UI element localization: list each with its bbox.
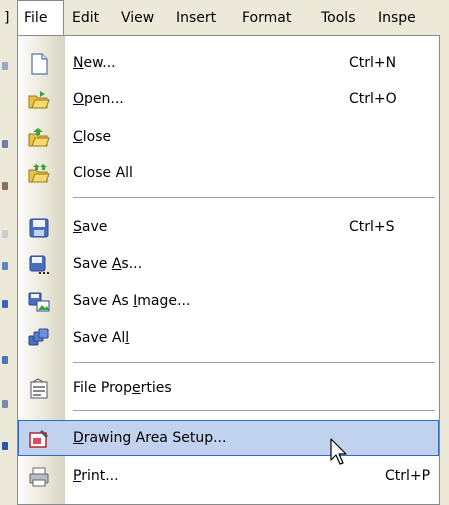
- menu-bar: ] File Edit View Insert Format Tools Ins…: [0, 0, 449, 36]
- menu-item-label: Save As...: [73, 246, 142, 282]
- menu-item-save-as-image[interactable]: Save As Image...: [18, 283, 439, 319]
- new-document-icon: [31, 53, 48, 75]
- clipped-toolbar-icon: [2, 230, 8, 238]
- menu-insert-label: Insert: [176, 10, 217, 26]
- clipped-toolbar-icon: [2, 62, 8, 70]
- label-start: Save Al: [73, 330, 126, 346]
- menu-file-label: File: [24, 10, 48, 26]
- label-rest: mage...: [137, 293, 191, 309]
- clipped-toolbar-icon: [2, 262, 8, 270]
- menu-item-close[interactable]: Close: [18, 119, 439, 155]
- save-all-icon: [28, 328, 49, 346]
- menu-item-save-as[interactable]: Save As...: [18, 246, 439, 282]
- menu-tools-label: Tools: [321, 10, 356, 26]
- menu-item-label: Drawing Area Setup...: [73, 420, 226, 456]
- accelerator-char: A: [111, 256, 122, 272]
- menu-file[interactable]: File: [17, 0, 64, 36]
- menu-separator: [73, 410, 435, 411]
- save-as-image-icon: [28, 292, 50, 312]
- label-start: Save As: [73, 293, 134, 309]
- label-rest: rint...: [81, 468, 119, 484]
- menu-format-label: Format: [242, 10, 292, 26]
- menu-item-shortcut: Ctrl+N: [349, 55, 397, 71]
- menu-item-print[interactable]: Print... Ctrl+P: [18, 458, 439, 494]
- label-rest: s...: [121, 256, 143, 272]
- menu-item-shortcut: Ctrl+S: [349, 219, 395, 235]
- menu-item-new[interactable]: New... Ctrl+N: [18, 45, 439, 81]
- menu-item-save-all[interactable]: Save All: [18, 320, 439, 356]
- accelerator-char: e: [131, 380, 141, 396]
- label-rest: ave: [81, 219, 108, 235]
- menu-insert[interactable]: Insert: [176, 0, 216, 36]
- mouse-cursor-icon: [330, 438, 347, 465]
- clipped-toolbar-icon: [2, 300, 8, 308]
- label-rest: ew...: [83, 55, 116, 71]
- menu-view-label: View: [121, 10, 155, 26]
- clipped-toolbar-icon: [2, 356, 8, 364]
- menu-item-label: New...: [73, 45, 116, 81]
- accelerator-char: O: [73, 91, 85, 107]
- label-rest: rties: [140, 380, 172, 396]
- menu-tools[interactable]: Tools: [321, 0, 356, 36]
- menu-item-drawing-area-setup[interactable]: Drawing Area Setup...: [18, 420, 439, 456]
- clipped-toolbar-icon: [2, 442, 8, 450]
- file-menu-dropdown: New... Ctrl+N Open... Ctrl+O Close Close…: [17, 35, 440, 505]
- accelerator-char: N: [73, 55, 84, 71]
- menu-inspect-clipped[interactable]: Inspe: [378, 0, 416, 36]
- menu-item-shortcut: Ctrl+O: [349, 91, 397, 107]
- accelerator-char: C: [73, 129, 83, 145]
- menu-view[interactable]: View: [121, 0, 154, 36]
- accelerator-char: D: [73, 430, 84, 446]
- menu-item-label: File Properties: [73, 370, 172, 406]
- menu-separator: [73, 197, 435, 198]
- menu-edit[interactable]: Edit: [72, 0, 99, 36]
- menu-item-label: Save: [73, 209, 107, 245]
- clipped-toolbar-icon: [2, 400, 8, 408]
- menu-separator: [73, 362, 435, 363]
- menu-inspect-label: Inspe: [378, 10, 416, 26]
- menu-format[interactable]: Format: [242, 0, 291, 36]
- file-properties-icon: [30, 378, 48, 399]
- open-folder-icon: [28, 91, 50, 109]
- menu-item-open[interactable]: Open... Ctrl+O: [18, 81, 439, 117]
- accelerator-char: S: [73, 219, 82, 235]
- label-rest: rawing Area Setup...: [83, 430, 227, 446]
- accelerator-char: P: [73, 468, 82, 484]
- menu-item-label: Save All: [73, 320, 129, 356]
- close-folder-icon: [28, 128, 50, 147]
- accelerator-char: l: [125, 330, 130, 346]
- menu-item-label: Close: [73, 119, 111, 155]
- menu-item-save[interactable]: Save Ctrl+S: [18, 209, 439, 245]
- save-as-disk-icon: [29, 255, 49, 274]
- menu-item-close-all[interactable]: Close All: [18, 155, 439, 191]
- menu-item-file-properties[interactable]: File Properties: [18, 370, 439, 406]
- menu-item-shortcut: Ctrl+P: [385, 468, 431, 484]
- label-start: File Prop: [73, 380, 132, 396]
- label-rest: pen...: [84, 91, 124, 107]
- menu-item-label: Close All: [73, 165, 133, 181]
- clipped-toolbar-icon: [2, 140, 8, 148]
- menu-item-label: Open...: [73, 81, 124, 117]
- label-start: Save: [73, 256, 112, 272]
- menu-item-label: Save As Image...: [73, 283, 190, 319]
- print-icon: [29, 467, 49, 487]
- menubar-clipped-item[interactable]: ]: [0, 0, 16, 36]
- close-all-folders-icon: [28, 164, 50, 183]
- menu-item-label: Print...: [73, 458, 119, 494]
- drawing-area-setup-icon: [29, 430, 48, 448]
- menu-edit-label: Edit: [72, 10, 100, 26]
- label-rest: lose: [82, 129, 112, 145]
- clipped-toolbar-icon: [2, 182, 8, 190]
- save-disk-icon: [29, 218, 49, 238]
